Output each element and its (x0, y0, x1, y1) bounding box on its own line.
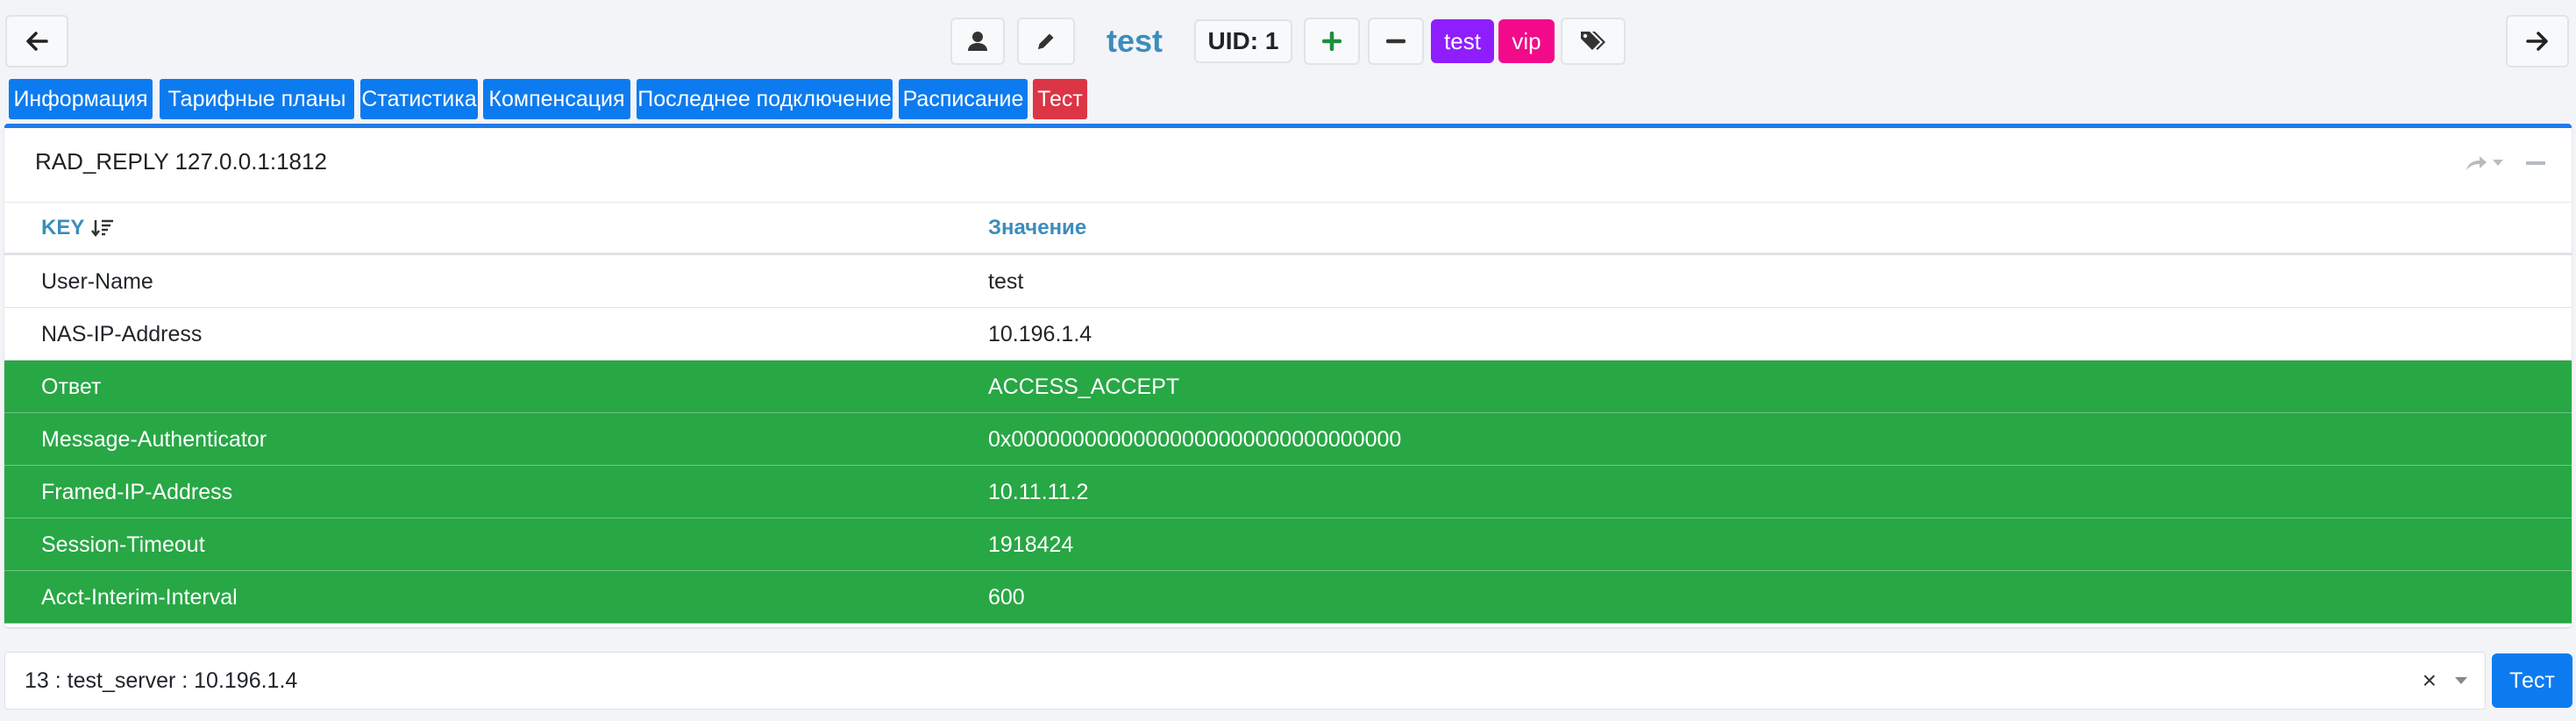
row-value: 10.196.1.4 (988, 322, 1092, 346)
edit-button[interactable] (1017, 18, 1075, 65)
server-select[interactable]: 13 : test_server : 10.196.1.4 × (4, 652, 2486, 710)
column-header-key[interactable]: KEY (41, 216, 114, 240)
card-tools (2465, 154, 2545, 172)
uid-badge: UID: 1 (1194, 19, 1292, 63)
add-button[interactable] (1304, 18, 1360, 65)
tab-info[interactable]: Информация (9, 79, 153, 119)
row-value: ACCESS_ACCEPT (988, 375, 1180, 399)
share-icon (2466, 156, 2487, 170)
caret-down-icon (2493, 160, 2503, 166)
row-key: Ответ (41, 375, 102, 399)
row-value: test (988, 269, 1024, 294)
row-key: User-Name (41, 269, 153, 294)
page-title: test (1107, 23, 1163, 59)
row-value: 600 (988, 585, 1025, 610)
sort-desc-icon (91, 219, 114, 238)
collapse-icon[interactable] (2526, 161, 2545, 166)
tab-statistics[interactable]: Статистика (360, 79, 478, 119)
pencil-icon (1038, 33, 1054, 49)
table-row: Framed-IP-Address 10.11.11.2 (4, 466, 2572, 518)
table-row: NAS-IP-Address 10.196.1.4 (4, 308, 2572, 360)
server-select-value: 13 : test_server : 10.196.1.4 (25, 668, 298, 693)
column-header-value[interactable]: Значение (988, 216, 1086, 240)
dropdown-caret-icon[interactable] (2455, 677, 2467, 684)
tag-test[interactable]: test (1431, 19, 1494, 63)
column-header-key-label: KEY (41, 216, 85, 239)
clear-selection-icon[interactable]: × (2423, 653, 2437, 709)
tag-vip[interactable]: vip (1498, 19, 1555, 63)
table-row: Acct-Interim-Interval 600 (4, 571, 2572, 624)
top-toolbar: test UID: 1 test vip (0, 0, 2576, 79)
remove-button[interactable] (1368, 18, 1424, 65)
row-key: Acct-Interim-Interval (41, 585, 238, 610)
forward-button[interactable] (2506, 15, 2569, 68)
arrow-left-icon (26, 32, 48, 51)
table-row: Ответ ACCESS_ACCEPT (4, 360, 2572, 413)
card-header-divider (4, 202, 2572, 203)
back-button[interactable] (5, 15, 68, 68)
table-row: Session-Timeout 1918424 (4, 518, 2572, 571)
row-value: 1918424 (988, 532, 1074, 557)
tags-icon (1581, 32, 1605, 50)
rad-reply-card: RAD_REPLY 127.0.0.1:1812 KEY Значение Us… (4, 124, 2572, 627)
test-button[interactable]: Тест (2492, 653, 2572, 708)
tab-tariffs[interactable]: Тарифные планы (160, 79, 354, 119)
tags-button[interactable] (1561, 18, 1626, 65)
user-profile-button[interactable] (950, 18, 1005, 65)
row-key: Message-Authenticator (41, 427, 267, 452)
arrow-right-icon (2526, 32, 2548, 51)
share-dropdown-button[interactable] (2465, 154, 2503, 172)
tab-test[interactable]: Тест (1033, 79, 1087, 119)
plus-icon (1322, 32, 1341, 51)
row-value: 10.11.11.2 (988, 480, 1089, 504)
table-row: User-Name test (4, 255, 2572, 308)
tab-compensation[interactable]: Компенсация (483, 79, 630, 119)
row-key: NAS-IP-Address (41, 322, 203, 346)
table-row: Message-Authenticator 0x0000000000000000… (4, 413, 2572, 466)
row-key: Session-Timeout (41, 532, 205, 557)
column-header-value-label: Значение (988, 216, 1087, 239)
row-value: 0x00000000000000000000000000000000 (988, 427, 1402, 452)
row-key: Framed-IP-Address (41, 480, 233, 504)
user-icon (968, 32, 987, 51)
card-title: RAD_REPLY 127.0.0.1:1812 (35, 148, 327, 175)
tab-schedule[interactable]: Расписание (899, 79, 1028, 119)
minus-icon (1386, 39, 1405, 44)
tab-last-connection[interactable]: Последнее подключение (637, 79, 893, 119)
